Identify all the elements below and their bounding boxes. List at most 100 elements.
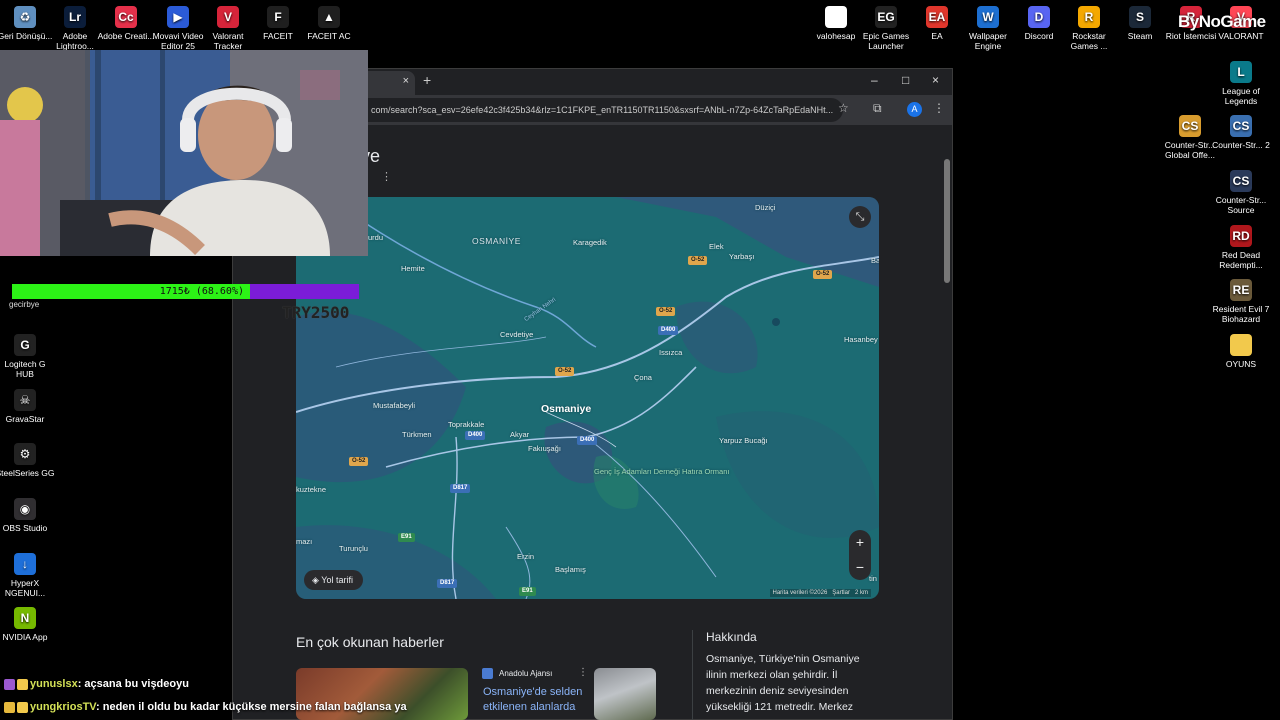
map-terms-link[interactable]: Şartlar [832,590,850,596]
desktop-shortcut-nvidia[interactable]: N NVIDIA App [0,607,55,642]
desktop-shortcut-faceit-ac[interactable]: ▲ FACEIT AC [299,6,359,41]
road-shield: O-52 [349,457,369,466]
desktop-shortcut-css[interactable]: CS Counter-Str... Source [1211,170,1271,215]
chat-badge-icon [4,678,15,690]
desktop-shortcut-gravastar[interactable]: ☠ GravaStar [0,389,55,424]
url-text: com/search?sca_esv=26efe42c3f425b34&rlz=… [371,105,834,115]
news-source: Anadolu Ajansı [499,669,553,678]
title-more-icon[interactable]: ⋮ [381,170,392,183]
maximize-button[interactable]: □ [902,73,909,87]
hyperx-icon: ↓ [14,553,36,575]
css-icon: CS [1230,170,1252,192]
desktop-shortcut-steelseries[interactable]: ⚙ SteelSeries GG [0,443,55,478]
desktop-shortcut-league[interactable]: L League of Legends [1211,61,1271,106]
map-label-elek: Elek [709,242,724,251]
obs-icon: ◉ [14,498,36,520]
ea-icon: EA [926,6,948,28]
directions-button[interactable]: ◈ Yol tarifi [304,570,363,590]
page-scrollbar[interactable] [944,159,950,283]
nvidia-icon: N [14,607,36,629]
chat-username: yunuslsx [30,678,78,690]
map-label-ba: Ba [871,256,879,265]
gravastar-icon: ☠ [14,389,36,411]
csgo-icon: CS [1179,115,1201,137]
new-tab-button[interactable]: + [423,72,431,88]
creative-cloud-icon: Cc [115,6,137,28]
desktop-shortcut-label: OBS Studio [2,523,48,533]
map-label-turkmen: Türkmen [402,430,432,439]
desktop-shortcut-label: Red Dead Redempti... [1219,250,1263,270]
desktop-shortcut-label: Counter-Str... Global Offe... [1164,140,1216,160]
map-label-kuztekne: kuztekne [296,485,327,494]
zoom-out-button[interactable]: − [849,555,871,580]
chat-message: yungkriosTV: neden il oldu bu kadar küçü… [4,701,407,713]
movavi-icon: ▶ [167,6,189,28]
desktop-shortcut-label: NVIDIA App [2,632,48,642]
section-divider [692,630,693,720]
browser-menu-icon[interactable]: ⋮ [933,101,945,115]
desktop-shortcut-folder[interactable]: OYUNS [1211,334,1271,369]
map-label-mazi: mazı [296,537,313,546]
zoom-in-button[interactable]: + [849,530,871,555]
league-icon: L [1230,61,1252,83]
road-shield: E91 [398,533,415,542]
map-label-baslamis: Başlamış [555,565,586,574]
map-label-osmaniye-city: Osmaniye [541,403,592,415]
webcam-image [0,50,368,256]
map-scale: 2 km [854,590,868,596]
desktop-shortcut-rdr2[interactable]: RD Red Dead Redempti... [1211,225,1271,270]
desktop-shortcut-hyperx[interactable]: ↓ HyperX NGENUI... [0,553,55,598]
donation-goal-text: 1715₺ (68.60%) [159,286,244,297]
map-label-cona: Çona [634,373,652,382]
desktop-shortcut-label: Resident Evil 7 Biohazard [1212,304,1270,324]
desktop-shortcut-label: Wallpaper Engine [969,31,1007,51]
desktop-shortcut-label: Adobe Creati... [97,31,155,41]
road-shield: D817 [450,484,471,493]
recycle-bin-icon: ♻ [14,6,36,28]
desktop-shortcut-label: Riot İstemcisi [1165,31,1217,41]
map-label-karagedik: Karagedik [573,238,607,247]
desktop-shortcut-label: OYUNS [1225,359,1257,369]
bookmark-star-icon[interactable]: ☆ [838,101,849,115]
map-label-issizca: Issızca [659,348,683,357]
map-label-hemite: Hemite [401,264,425,273]
desktop-shortcut-label: Epic Games Launcher [862,31,910,51]
desktop-icon-label-partial: gecirbye [9,300,40,309]
desktop-shortcut-label: GravaStar [5,414,45,424]
extensions-icon[interactable]: ⧉ [873,101,882,116]
road-shield: E91 [519,587,536,596]
map-terrain [296,197,879,599]
map-label-hasanbey: Hasanbey [844,335,878,344]
news-title-link[interactable]: Osmaniye'de selden etkilenen alanlarda [483,685,587,715]
desktop-shortcut-label: Valorant Tracker [212,31,244,51]
profile-avatar[interactable]: A [907,102,922,117]
map-panel[interactable]: Düziçi OSMANİYE Karagedik Elek Yarbaşı u… [296,197,879,599]
road-shield: D817 [437,579,458,588]
desktop-shortcut-obs[interactable]: ◉ OBS Studio [0,498,55,533]
minimize-button[interactable]: – [871,73,878,87]
map-label-burdu: urdu [368,233,384,242]
desktop-shortcut-label: EA [931,31,943,41]
tab-close-icon[interactable]: × [403,75,409,87]
valorant-tracker-icon: V [217,6,239,28]
news-image-2[interactable] [594,668,656,720]
chat-username: yungkriosTV [30,701,97,713]
map-zoom-control: + − [849,530,871,580]
desktop-shortcut-cs2[interactable]: CS Counter-Str... 2 [1211,115,1271,150]
desktop-shortcut-creative-cloud[interactable]: Cc Adobe Creati... [96,6,156,41]
desktop-shortcut-label: SteelSeries GG [0,468,55,478]
map-label-turunclu: Turunçlu [339,544,368,553]
map-label-fakiusagi: Fakıuşağı [528,444,561,453]
cs2-icon: CS [1230,115,1252,137]
epic-games-icon: EG [875,6,897,28]
news-more-icon[interactable]: ⋮ [578,667,588,678]
desktop-shortcut-re7[interactable]: RE Resident Evil 7 Biohazard [1211,279,1271,324]
map-label-duzici: Düziçi [755,203,776,212]
desktop-shortcut-logitech-ghub[interactable]: G Logitech G HUB [0,334,55,379]
close-window-button[interactable]: × [932,73,939,87]
lightroom-icon: Lr [64,6,86,28]
map-label-yarpuz: Yarpuz Bucağı [719,436,768,445]
desktop-shortcut-label: VALORANT [1218,31,1264,41]
chat-text: : açsana bu vişdeoyu [77,678,189,690]
map-expand-icon[interactable]: ⤡ [849,206,871,228]
